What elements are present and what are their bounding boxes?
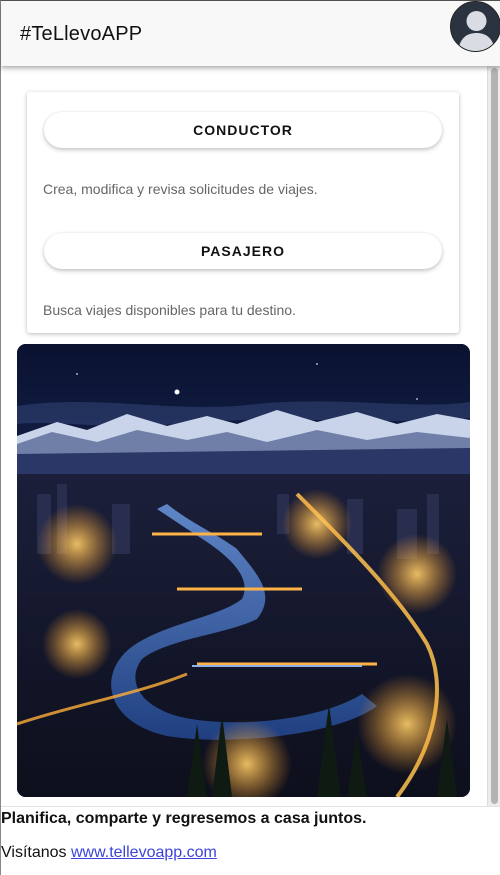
role-card: CONDUCTOR Crea, modifica y revisa solici… (27, 92, 459, 333)
app-title: #TeLlevoAPP (20, 23, 143, 45)
visit-prefix: Visítanos (1, 844, 67, 861)
pasajero-description: Busca viajes disponibles para tu destino… (43, 302, 296, 318)
app-header: #TeLlevoAPP (1, 1, 500, 66)
pasajero-button[interactable]: PASAJERO (44, 233, 442, 269)
website-link[interactable]: www.tellevoapp.com (71, 844, 217, 861)
footer-visit: Visítanos www.tellevoapp.com (1, 844, 217, 862)
scrollbar-thumb[interactable] (491, 68, 498, 804)
vertical-scrollbar[interactable] (487, 66, 500, 806)
main-content: CONDUCTOR Crea, modifica y revisa solici… (1, 66, 487, 806)
app-window: #TeLlevoAPP CONDUCTOR Crea, modifica y r… (0, 0, 500, 875)
footer: Planifica, comparte y regresemos a casa … (1, 806, 500, 875)
hero-image (17, 344, 470, 797)
conductor-description: Crea, modifica y revisa solicitudes de v… (43, 181, 318, 197)
footer-tagline: Planifica, comparte y regresemos a casa … (1, 810, 367, 827)
user-avatar-icon[interactable] (450, 1, 500, 52)
conductor-button[interactable]: CONDUCTOR (44, 112, 442, 148)
